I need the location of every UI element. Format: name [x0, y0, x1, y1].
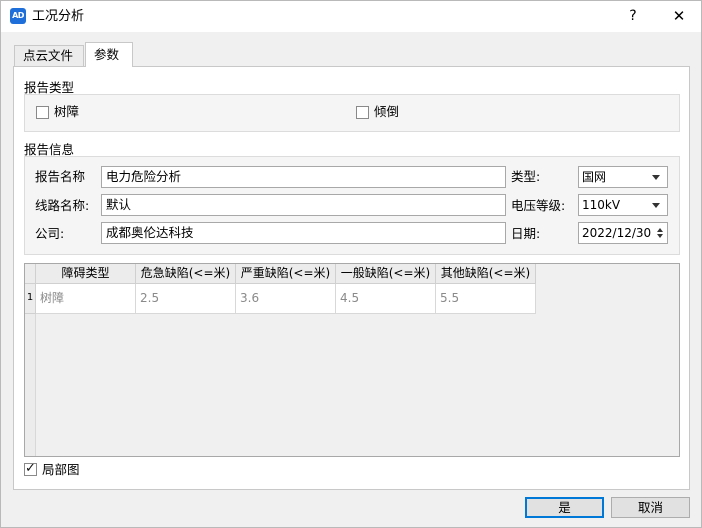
table-corner[interactable] [25, 264, 36, 284]
dialog-window: AD 工况分析 ? ✕ 点云文件 参数 报告类型 树障 倾倒 报告信息 报告名称… [0, 0, 702, 528]
partial-view-checkbox[interactable] [24, 461, 37, 477]
chevron-down-icon [652, 203, 660, 208]
date-picker[interactable]: 2022/12/30 [578, 222, 668, 244]
defect-threshold-table: 障碍类型 危急缺陷(<=米) 严重缺陷(<=米) 一般缺陷(<=米) 其他缺陷(… [24, 263, 680, 457]
row-header-column [25, 314, 36, 456]
column-header[interactable]: 障碍类型 [36, 264, 136, 284]
column-header[interactable]: 一般缺陷(<=米) [336, 264, 436, 284]
close-button[interactable]: ✕ [664, 4, 694, 28]
column-header[interactable]: 严重缺陷(<=米) [236, 264, 336, 284]
table-cell[interactable]: 5.5 [436, 284, 536, 314]
column-header[interactable]: 其他缺陷(<=米) [436, 264, 536, 284]
row-header[interactable]: 1 [25, 284, 36, 314]
topple-label: 倾倒 [374, 104, 400, 119]
spin-down-icon[interactable] [657, 234, 663, 238]
line-name-label: 线路名称: [35, 198, 90, 213]
voltage-label: 电压等级: [511, 198, 566, 213]
tab-parameters[interactable]: 参数 [85, 42, 133, 67]
report-name-label: 报告名称 [35, 169, 86, 184]
voltage-select[interactable]: 110kV [578, 194, 668, 216]
title-bar: AD 工况分析 ? ✕ [1, 1, 701, 32]
table-cell[interactable]: 3.6 [236, 284, 336, 314]
line-name-input[interactable]: 默认 [101, 194, 506, 216]
voltage-select-value: 110kV [582, 198, 621, 212]
date-spinner[interactable] [654, 223, 667, 243]
cancel-button[interactable]: 取消 [611, 497, 690, 518]
type-select[interactable]: 国网 [578, 166, 668, 188]
ok-button[interactable]: 是 [525, 497, 604, 518]
table-cell[interactable]: 树障 [36, 284, 136, 314]
help-button[interactable]: ? [619, 4, 647, 28]
window-title: 工况分析 [32, 9, 85, 24]
company-label: 公司: [35, 226, 65, 241]
partial-view-label: 局部图 [42, 462, 80, 477]
column-header[interactable]: 危急缺陷(<=米) [136, 264, 236, 284]
type-label: 类型: [511, 169, 541, 184]
tab-pointcloud-file[interactable]: 点云文件 [14, 45, 84, 67]
report-type-group [24, 94, 680, 132]
spin-up-icon[interactable] [657, 228, 663, 232]
date-label: 日期: [511, 226, 541, 241]
tree-obstacle-label: 树障 [54, 104, 80, 119]
date-value: 2022/12/30 [582, 226, 652, 240]
app-logo-icon: AD [10, 8, 26, 24]
topple-checkbox[interactable] [356, 106, 369, 119]
chevron-down-icon [652, 175, 660, 180]
report-name-input[interactable]: 电力危险分析 [101, 166, 506, 188]
type-select-value: 国网 [582, 170, 607, 184]
tree-obstacle-checkbox[interactable] [36, 106, 49, 119]
table-cell[interactable]: 2.5 [136, 284, 236, 314]
table-cell[interactable]: 4.5 [336, 284, 436, 314]
company-input[interactable]: 成都奥伦达科技 [101, 222, 506, 244]
